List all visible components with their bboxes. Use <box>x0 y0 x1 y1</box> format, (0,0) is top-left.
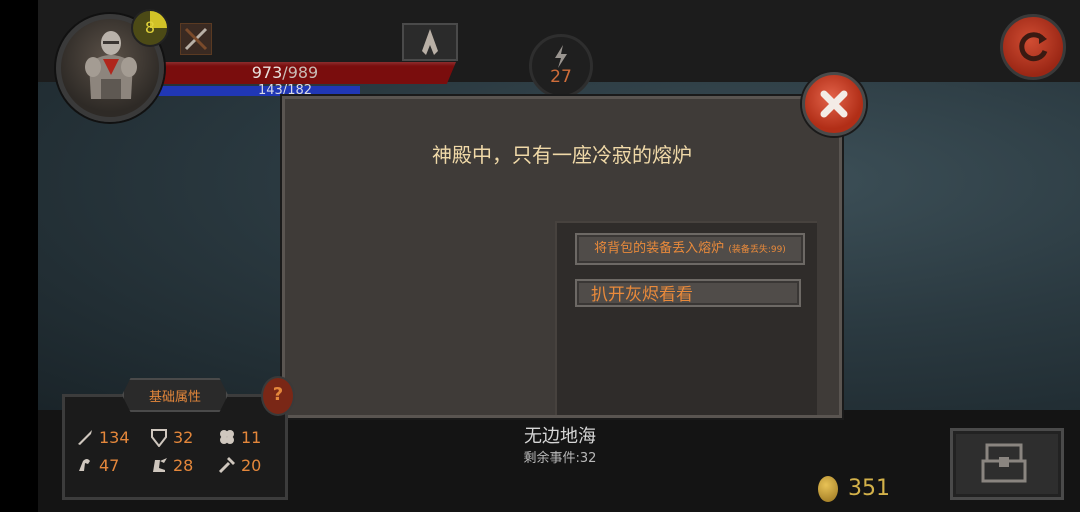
stat-luck: 11 <box>217 427 261 447</box>
weapon-slot[interactable] <box>180 23 212 55</box>
stat-value: 134 <box>99 427 130 447</box>
location-name: 无边地海 <box>524 426 596 447</box>
close-icon <box>820 90 848 118</box>
remaining-events: 剩余事件:32 <box>523 451 597 466</box>
gold-amount: 351 <box>848 476 890 501</box>
choice-label: 扒开灰烬看看 <box>591 285 693 305</box>
stat-value: 28 <box>173 455 194 475</box>
gold-coin-icon <box>818 476 838 502</box>
stat-strength: 47 <box>75 455 119 475</box>
clover-icon <box>220 430 234 444</box>
pray-button[interactable] <box>402 23 458 61</box>
help-icon: ? <box>272 384 284 405</box>
choice-note: (装备丢失:99) <box>728 245 786 255</box>
close-dialog-button[interactable] <box>802 72 866 136</box>
hp-current: 973 <box>251 63 283 82</box>
shield-icon <box>151 429 167 447</box>
choice-label: 将背包的装备丢入熔炉 <box>594 241 725 256</box>
arm-icon <box>79 459 90 471</box>
choice-search-ashes-button[interactable]: 扒开灰烬看看 <box>575 279 801 307</box>
hp-readout: 973/989 <box>251 63 319 82</box>
left-black-bar <box>0 0 38 512</box>
stat-value: 47 <box>99 455 120 475</box>
chest-icon <box>981 443 1027 483</box>
crossed-sword-icon <box>184 27 208 51</box>
attributes-title-plate: 基础属性 <box>122 378 228 412</box>
level-badge: 8 <box>131 9 169 47</box>
sword-icon <box>78 430 92 445</box>
mp-current: 143 <box>257 83 283 98</box>
hammer-icon <box>218 457 235 474</box>
stat-craft: 20 <box>217 455 261 475</box>
dialog-title: 神殿中，只有一座冷寂的熔炉 <box>432 143 692 167</box>
event-dialog: 神殿中，只有一座冷寂的熔炉 将背包的装备丢入熔炉 (装备丢失:99) 扒开灰烬看… <box>282 96 842 418</box>
energy-value: 27 <box>550 67 572 87</box>
level-number: 8 <box>144 18 156 37</box>
stat-value: 32 <box>173 427 194 447</box>
stat-value: 20 <box>241 455 262 475</box>
stat-value: 11 <box>241 427 262 447</box>
stat-attack: 134 <box>75 427 130 447</box>
help-button[interactable]: ? <box>261 376 295 416</box>
attributes-title: 基础属性 <box>148 390 201 405</box>
winged-boot-icon <box>153 458 167 472</box>
inventory-chest-button[interactable] <box>950 428 1064 500</box>
knight-avatar-icon <box>85 31 137 99</box>
hp-max: 989 <box>287 63 319 82</box>
refresh-icon <box>1019 32 1048 62</box>
praying-hands-icon <box>422 29 438 55</box>
choice-panel: 将背包的装备丢入熔炉 (装备丢失:99) 扒开灰烬看看 <box>555 221 817 415</box>
energy-indicator: 27 <box>529 34 593 98</box>
choice-throw-equipment-button[interactable]: 将背包的装备丢入熔炉 (装备丢失:99) <box>575 233 805 265</box>
stat-defense: 32 <box>149 427 193 447</box>
stat-agility: 28 <box>149 455 193 475</box>
refresh-button[interactable] <box>1000 14 1066 80</box>
